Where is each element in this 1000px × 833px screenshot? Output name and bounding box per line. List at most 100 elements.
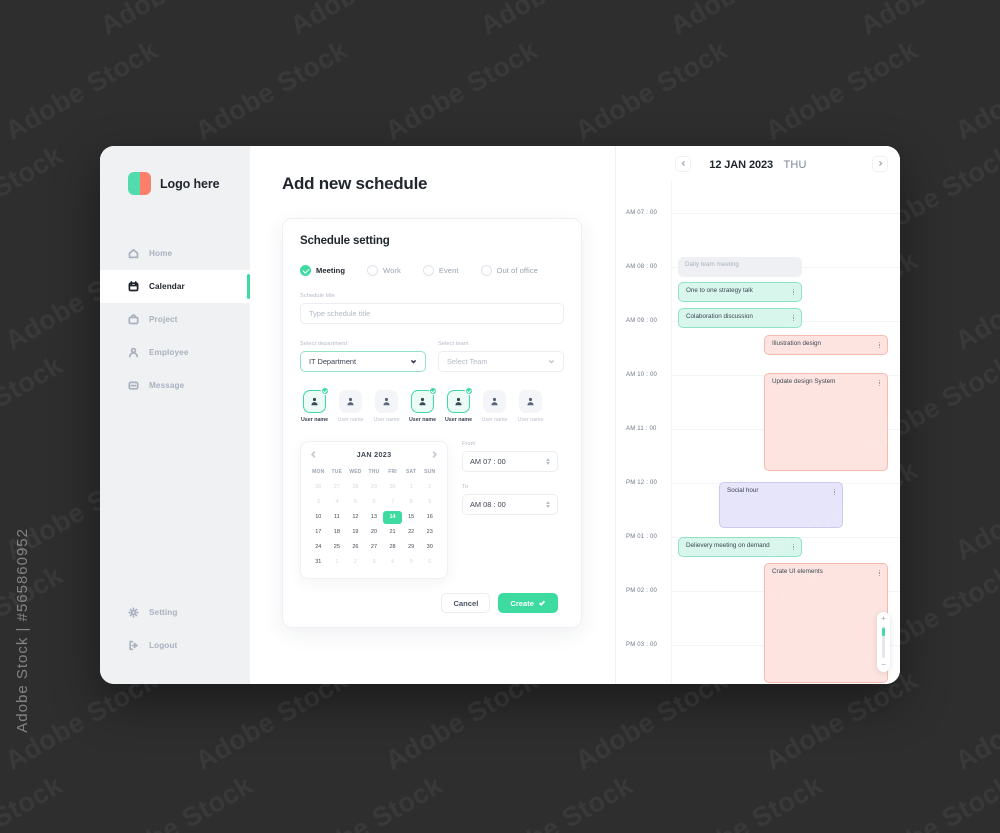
calendar-day[interactable]: 28 xyxy=(383,541,402,554)
dow-label: THU xyxy=(368,469,380,475)
calendar-day[interactable]: 24 xyxy=(309,541,328,554)
schedule-grid: AM 07 : 00 AM 08 : 00 AM 09 : 00 AM 10 : 00… xyxy=(616,181,900,684)
event-menu-icon[interactable] xyxy=(833,488,835,496)
event-menu-icon[interactable] xyxy=(878,379,880,387)
sidebar-item-employee[interactable]: Employee xyxy=(100,336,250,369)
attendee-item[interactable]: User name xyxy=(408,387,437,423)
calendar-day[interactable]: 2 xyxy=(420,481,439,494)
event-title: Crate UI elements xyxy=(772,568,823,575)
attendee-item[interactable]: User name xyxy=(336,390,365,423)
calendar-day[interactable]: 7 xyxy=(383,496,402,509)
person-icon xyxy=(311,397,318,406)
zoom-out-button[interactable]: − xyxy=(881,661,886,669)
calendar-day[interactable]: 23 xyxy=(420,526,439,539)
calendar-day[interactable]: 26 xyxy=(346,541,365,554)
calendar-day[interactable]: 5 xyxy=(402,556,421,569)
create-button[interactable]: Create xyxy=(498,593,558,613)
schedule-event[interactable]: Daily team meeting xyxy=(678,257,802,277)
calendar-day[interactable]: 2 xyxy=(346,556,365,569)
department-select[interactable]: IT Department xyxy=(300,351,426,372)
calendar-day[interactable]: 14 xyxy=(383,511,402,524)
zoom-in-button[interactable]: + xyxy=(881,615,886,623)
calendar-day[interactable]: 1 xyxy=(328,556,347,569)
schedule-title-input[interactable]: Type schedule title xyxy=(300,303,564,324)
attendee-item[interactable]: User name xyxy=(300,387,329,423)
sidebar-item-home[interactable]: Home xyxy=(100,237,250,270)
schedule-type-meeting[interactable]: Meeting xyxy=(300,265,345,276)
calendar-day[interactable]: 20 xyxy=(365,526,384,539)
calendar-day[interactable]: 3 xyxy=(365,556,384,569)
prev-month-icon[interactable] xyxy=(309,450,318,459)
schedule-event[interactable]: Crate UI elements xyxy=(764,563,888,683)
sidebar-item-logout[interactable]: Logout xyxy=(100,629,250,662)
calendar-day[interactable]: 27 xyxy=(365,541,384,554)
calendar-day[interactable]: 27 xyxy=(328,481,347,494)
calendar-day[interactable]: 16 xyxy=(420,511,439,524)
team-select[interactable]: Select Team xyxy=(438,351,564,372)
calendar-day[interactable]: 12 xyxy=(346,511,365,524)
spinner-icon[interactable] xyxy=(546,501,550,508)
attendee-item[interactable]: User name xyxy=(516,390,545,423)
attendee-item[interactable]: User name xyxy=(480,390,509,423)
calendar-day[interactable]: 30 xyxy=(383,481,402,494)
calendar-day[interactable]: 4 xyxy=(383,556,402,569)
calendar-day[interactable]: 3 xyxy=(309,496,328,509)
event-menu-icon[interactable] xyxy=(792,314,794,322)
zoom-slider[interactable]: + − xyxy=(877,612,890,672)
calendar-day[interactable]: 8 xyxy=(402,496,421,509)
sidebar-item-calendar[interactable]: Calendar xyxy=(100,270,250,303)
calendar-day[interactable]: 15 xyxy=(402,511,421,524)
calendar-day[interactable]: 29 xyxy=(365,481,384,494)
attendee-item[interactable]: User name xyxy=(372,390,401,423)
event-menu-icon[interactable] xyxy=(878,569,880,577)
time-from-stepper[interactable]: AM 07 : 00 xyxy=(462,451,558,472)
calendar-day[interactable]: 10 xyxy=(309,511,328,524)
calendar-day[interactable]: 19 xyxy=(346,526,365,539)
calendar-day[interactable]: 4 xyxy=(328,496,347,509)
calendar-day[interactable]: 22 xyxy=(402,526,421,539)
zoom-track[interactable] xyxy=(882,626,885,658)
calendar-day[interactable]: 6 xyxy=(420,556,439,569)
check-icon xyxy=(538,600,546,607)
calendar-day[interactable]: 21 xyxy=(383,526,402,539)
calendar-day[interactable]: 1 xyxy=(402,481,421,494)
schedule-type-work[interactable]: Work xyxy=(367,265,401,276)
spinner-icon[interactable] xyxy=(546,458,550,465)
calendar-day[interactable]: 28 xyxy=(346,481,365,494)
schedule-event[interactable]: Update design System xyxy=(764,373,888,471)
sidebar-item-message[interactable]: Message xyxy=(100,369,250,402)
next-day-button[interactable] xyxy=(872,155,888,172)
calendar-day[interactable]: 9 xyxy=(420,496,439,509)
calendar-day[interactable]: 11 xyxy=(328,511,347,524)
sidebar-item-setting[interactable]: Setting xyxy=(100,596,250,629)
calendar-day[interactable]: 13 xyxy=(365,511,384,524)
calendar-day[interactable]: 5 xyxy=(346,496,365,509)
attendee-item[interactable]: User name xyxy=(444,387,473,423)
schedule-event[interactable]: Colaboration discussion xyxy=(678,308,802,328)
schedule-type-label: Out of office xyxy=(496,266,538,275)
calendar-day[interactable]: 18 xyxy=(328,526,347,539)
calendar-day[interactable]: 31 xyxy=(309,556,328,569)
next-month-icon[interactable] xyxy=(430,450,439,459)
calendar-day[interactable]: 30 xyxy=(420,541,439,554)
calendar-day[interactable]: 29 xyxy=(402,541,421,554)
calendar-day[interactable]: 6 xyxy=(365,496,384,509)
schedule-type-event[interactable]: Event xyxy=(422,265,459,276)
event-menu-icon[interactable] xyxy=(792,288,794,296)
calendar-day[interactable]: 26 xyxy=(309,481,328,494)
calendar-day[interactable]: 17 xyxy=(309,526,328,539)
schedule-type-out-of-office[interactable]: Out of office xyxy=(480,265,538,276)
event-menu-icon[interactable] xyxy=(878,341,880,349)
time-to-stepper[interactable]: AM 08 : 00 xyxy=(462,494,558,515)
prev-day-button[interactable] xyxy=(675,155,691,172)
schedule-event[interactable]: Social hour xyxy=(719,482,843,528)
sidebar-item-project[interactable]: Project xyxy=(100,303,250,336)
calendar-day[interactable]: 25 xyxy=(328,541,347,554)
radio-dot xyxy=(422,265,434,276)
watermark-text: Adobe Stock xyxy=(855,769,1000,833)
schedule-event[interactable]: Illustration design xyxy=(764,335,888,355)
event-menu-icon[interactable] xyxy=(792,543,794,551)
cancel-button[interactable]: Cancel xyxy=(441,593,491,613)
schedule-event[interactable]: Delievery meeting on demand xyxy=(678,537,802,557)
schedule-event[interactable]: One to one strategy talk xyxy=(678,282,802,302)
